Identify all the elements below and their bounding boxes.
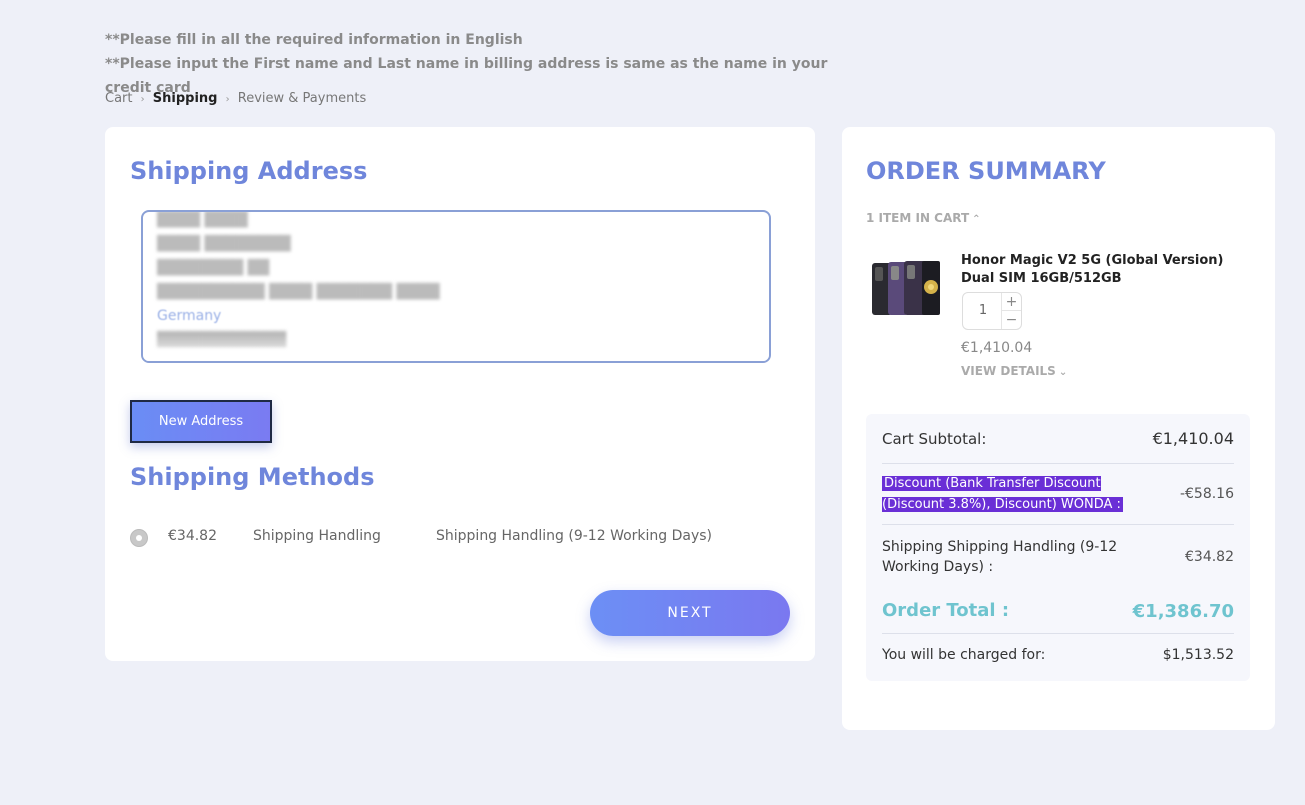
- breadcrumb-cart[interactable]: Cart: [105, 91, 133, 106]
- breadcrumb: Cart › Shipping › Review & Payments: [105, 91, 366, 106]
- shipping-methods-title: Shipping Methods: [130, 463, 375, 491]
- subtotal-value: €1,410.04: [1152, 429, 1234, 448]
- subtotal-label: Cart Subtotal:: [882, 429, 987, 448]
- shipping-address-title: Shipping Address: [130, 157, 368, 185]
- charged-row: You will be charged for: $1,513.52: [882, 634, 1234, 676]
- chevron-down-icon: ⌄: [1058, 367, 1068, 378]
- plus-icon[interactable]: +: [1002, 293, 1021, 311]
- order-total-row: Order Total : €1,386.70: [882, 589, 1234, 634]
- items-in-cart-label: 1 ITEM IN CART: [866, 211, 970, 225]
- discount-label: Discount (Bank Transfer Discount (Discou…: [882, 476, 1123, 512]
- product-image: [872, 261, 940, 315]
- new-address-button[interactable]: New Address: [130, 400, 272, 443]
- chevron-right-icon: ›: [140, 94, 145, 105]
- discount-row: Discount (Bank Transfer Discount (Discou…: [882, 464, 1234, 525]
- order-total-label: Order Total :: [882, 600, 1010, 621]
- shipping-label: Shipping Shipping Handling (9-12 Working…: [882, 539, 1118, 575]
- discount-value: -€58.16: [1179, 486, 1234, 502]
- shipping-card: Shipping Address ████ ████ ████ ████████…: [105, 127, 815, 661]
- address-line: ████████ ██: [157, 260, 270, 276]
- note-english: **Please fill in all the required inform…: [105, 32, 523, 48]
- view-details-toggle[interactable]: VIEW DETAILS ⌄: [961, 364, 1067, 378]
- breadcrumb-shipping: Shipping: [152, 91, 218, 106]
- address-line: ██████████ ████ ███████ ████: [157, 284, 440, 300]
- shipping-method-name: Shipping Handling (9-12 Working Days): [436, 528, 713, 544]
- quantity-stepper[interactable]: 1 + −: [962, 292, 1022, 330]
- required-info-notes: **Please fill in all the required inform…: [105, 28, 865, 100]
- subtotal-row: Cart Subtotal: €1,410.04: [882, 414, 1234, 464]
- order-summary-title: ORDER SUMMARY: [866, 157, 1106, 185]
- address-card[interactable]: ████ ████ ████ ████████ ████████ ██ ████…: [141, 210, 771, 363]
- view-details-label: VIEW DETAILS: [961, 364, 1056, 378]
- items-in-cart-toggle[interactable]: 1 ITEM IN CART ⌃: [866, 211, 981, 225]
- shipping-method-price: €34.82: [168, 528, 217, 544]
- shipping-method-carrier: Shipping Handling: [253, 528, 381, 544]
- shipping-row: Shipping Shipping Handling (9-12 Working…: [882, 525, 1234, 589]
- quantity-value[interactable]: 1: [963, 293, 1003, 329]
- order-total-value: €1,386.70: [1132, 600, 1234, 622]
- breadcrumb-review: Review & Payments: [237, 91, 367, 106]
- address-line: ████ ████: [157, 212, 248, 228]
- shipping-method-row[interactable]: €34.82 Shipping Handling Shipping Handli…: [130, 526, 770, 550]
- charged-value: $1,513.52: [1162, 647, 1234, 663]
- chevron-right-icon: ›: [225, 94, 230, 105]
- charged-label: You will be charged for:: [882, 647, 1046, 663]
- product-price: €1,410.04: [961, 340, 1033, 356]
- product-name[interactable]: Honor Magic V2 5G (Global Version) Dual …: [961, 252, 1251, 288]
- next-button[interactable]: NEXT: [590, 590, 790, 636]
- shipping-method-radio[interactable]: [130, 529, 148, 547]
- chevron-up-icon: ⌃: [972, 214, 981, 225]
- minus-icon[interactable]: −: [1002, 311, 1021, 329]
- shipping-value: €34.82: [1185, 549, 1234, 565]
- totals-panel: Cart Subtotal: €1,410.04 Discount (Bank …: [866, 414, 1250, 681]
- address-country: Germany: [157, 308, 222, 324]
- order-summary-card: ORDER SUMMARY 1 ITEM IN CART ⌃ Honor Magi…: [842, 127, 1275, 730]
- address-line: ████ ████████: [157, 236, 291, 252]
